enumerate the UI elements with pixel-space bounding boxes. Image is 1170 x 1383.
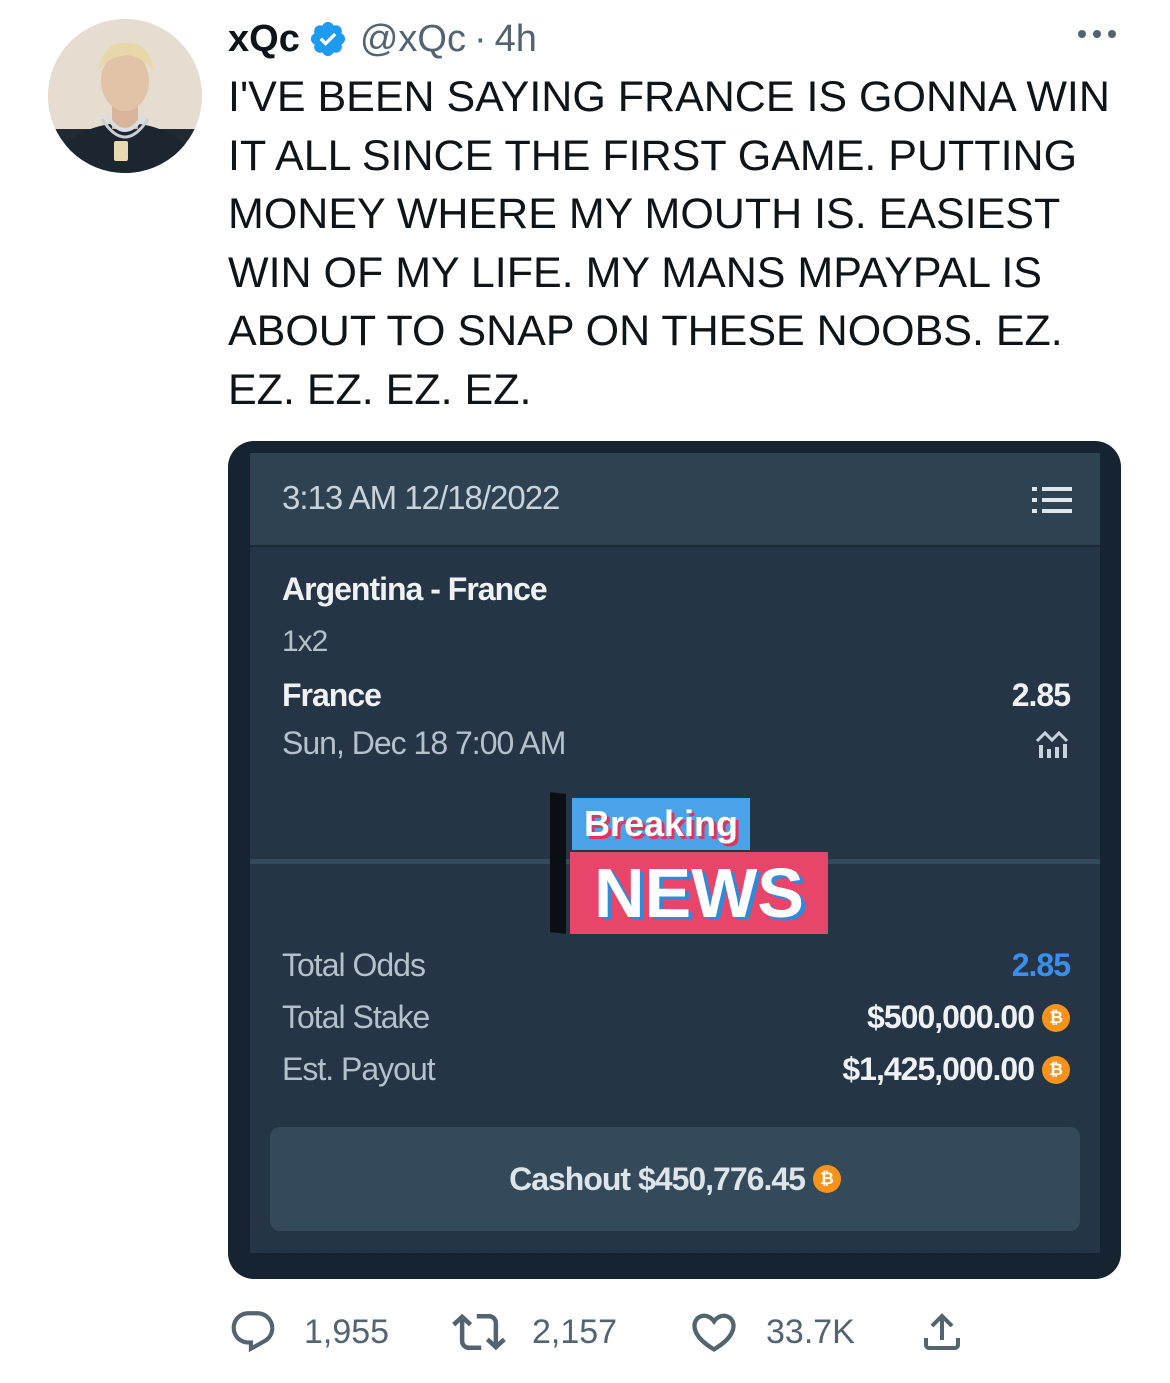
tweet-media[interactable]: 3:13 AM 12/18/2022 Argentina - France 1x…: [228, 441, 1121, 1279]
total-stake-value-row: $500,000.00 ₿: [867, 999, 1070, 1036]
handle[interactable]: @xQc: [360, 18, 466, 61]
avatar-image: [48, 19, 202, 173]
bitcoin-icon: ₿: [1042, 1055, 1070, 1084]
cashout-button[interactable]: Cashout $450,776.45 ₿: [270, 1127, 1080, 1231]
cashout-label: Cashout $450,776.45: [509, 1160, 806, 1197]
more-dot: [1093, 30, 1101, 38]
bitcoin-icon: ₿: [1042, 1003, 1070, 1032]
est-payout-label: Est. Payout: [282, 1051, 436, 1087]
est-payout-value: $1,425,000.00: [842, 1051, 1035, 1087]
retweet-count: 2,157: [532, 1312, 618, 1351]
event-time: Sun, Dec 18 7:00 AM: [282, 725, 566, 761]
tweet-actions: 1,955 2,157 33.7K: [228, 1304, 1128, 1360]
market-type: 1x2: [282, 625, 328, 658]
news-overlay-shadow: [550, 792, 566, 934]
total-stake-value: $500,000.00: [867, 999, 1035, 1035]
like-count: 33.7K: [766, 1312, 855, 1351]
match-name: Argentina - France: [282, 571, 548, 607]
verified-badge-icon: [310, 21, 345, 57]
slip-edge: [250, 1243, 1100, 1253]
more-dot: [1108, 30, 1116, 38]
share-button[interactable]: [918, 1304, 992, 1360]
est-payout-value-row: $1,425,000.00 ₿: [842, 1051, 1070, 1088]
total-odds-label: Total Odds: [282, 947, 426, 983]
breaking-label: Breaking: [572, 798, 750, 850]
total-odds-value: 2.85: [1011, 947, 1071, 983]
share-icon: [924, 1313, 960, 1350]
retweet-icon: [452, 1313, 506, 1351]
stats-icon: [1035, 730, 1069, 758]
bet-datetime: 3:13 AM 12/18/2022: [282, 479, 560, 516]
bet-slip: 3:13 AM 12/18/2022 Argentina - France 1x…: [250, 453, 1100, 1253]
tweet-header: xQc @xQc · 4h: [228, 14, 537, 64]
bet-slip-header: 3:13 AM 12/18/2022: [250, 453, 1100, 547]
reply-button[interactable]: 1,955: [228, 1304, 389, 1360]
reply-count: 1,955: [304, 1312, 390, 1351]
total-stake-label: Total Stake: [282, 999, 430, 1035]
like-icon: [692, 1313, 736, 1352]
selection-odds: 2.85: [1011, 677, 1071, 713]
bitcoin-icon: ₿: [812, 1165, 841, 1193]
timestamp[interactable]: 4h: [495, 18, 537, 61]
like-button[interactable]: 33.7K: [688, 1304, 855, 1360]
selection-name: France: [282, 677, 382, 713]
display-name[interactable]: xQc: [228, 18, 300, 61]
news-label: NEWS: [570, 852, 828, 934]
more-dot: [1078, 30, 1086, 38]
tweet-text: I'VE BEEN SAYING FRANCE IS GONNA WIN IT …: [228, 73, 1110, 414]
retweet-button[interactable]: 2,157: [452, 1304, 617, 1360]
more-icon[interactable]: [1078, 30, 1116, 38]
avatar[interactable]: [48, 19, 202, 173]
reply-icon: [231, 1311, 275, 1353]
menu-icon: [1032, 487, 1072, 513]
separator: ·: [473, 17, 487, 60]
